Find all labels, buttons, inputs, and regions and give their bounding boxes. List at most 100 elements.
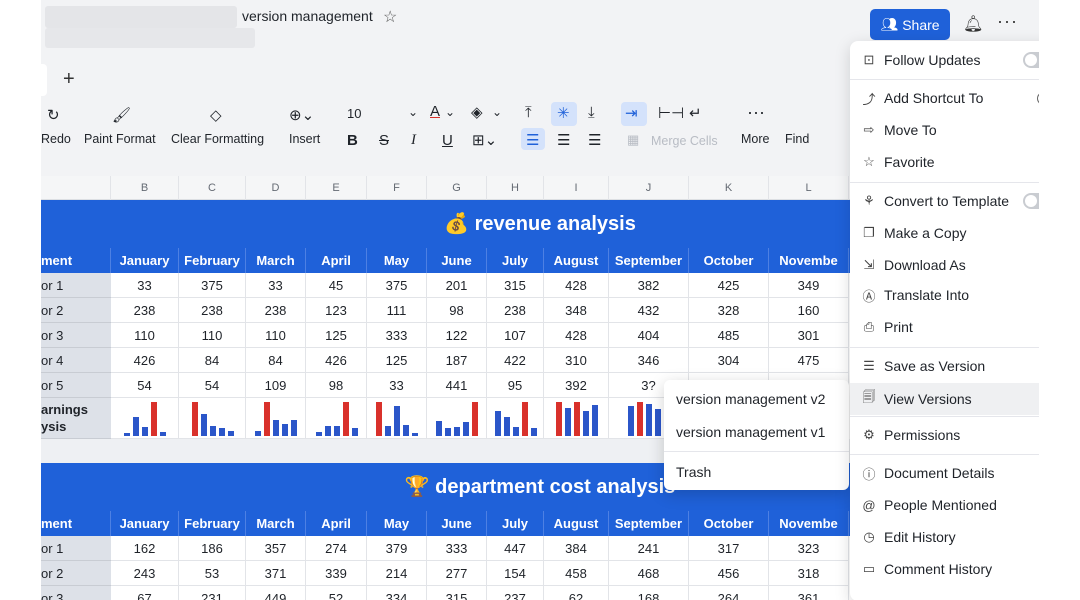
cost-cell[interactable]: 333 xyxy=(427,536,487,561)
help-icon[interactable]: ? xyxy=(1037,91,1039,105)
revenue-cell[interactable]: 84 xyxy=(179,348,246,373)
revenue-cell[interactable]: 392 xyxy=(544,373,609,398)
revenue-cell[interactable]: 422 xyxy=(487,348,544,373)
menu-item-print[interactable]: ⎙ Print xyxy=(850,312,1039,342)
column-header-B[interactable]: B xyxy=(111,176,179,200)
revenue-cell[interactable]: 485 xyxy=(689,323,769,348)
cost-cell[interactable]: 168 xyxy=(609,586,689,600)
menu-item-make-copy[interactable]: ❐ Make a Copy xyxy=(850,218,1039,248)
version-v2-item[interactable]: version management v2 xyxy=(676,391,825,407)
revenue-cell[interactable]: 160 xyxy=(769,298,849,323)
revenue-cell[interactable]: 54 xyxy=(179,373,246,398)
cost-cell[interactable]: 53 xyxy=(179,561,246,586)
cost-cell[interactable]: 214 xyxy=(367,561,427,586)
cost-cell[interactable]: 456 xyxy=(689,561,769,586)
revenue-cell[interactable]: 110 xyxy=(179,323,246,348)
revenue-cell[interactable]: 382 xyxy=(609,273,689,298)
find-button[interactable]: Find xyxy=(785,132,809,146)
column-header-A[interactable] xyxy=(41,176,111,200)
revenue-cell[interactable]: 238 xyxy=(246,298,306,323)
star-icon[interactable]: ☆ xyxy=(383,7,397,27)
version-v1-item[interactable]: version management v1 xyxy=(676,424,825,440)
follow-updates-toggle[interactable] xyxy=(1023,52,1039,68)
revenue-cell[interactable]: 315 xyxy=(487,273,544,298)
trash-item[interactable]: Trash xyxy=(676,464,711,480)
borders-icon[interactable]: ⊞⌄ xyxy=(472,131,497,149)
cost-cell[interactable]: 186 xyxy=(179,536,246,561)
revenue-cell[interactable]: 310 xyxy=(544,348,609,373)
cost-cell[interactable]: 371 xyxy=(246,561,306,586)
cost-cell[interactable]: 243 xyxy=(111,561,179,586)
column-header-C[interactable]: C xyxy=(179,176,246,200)
revenue-cell[interactable]: 122 xyxy=(427,323,487,348)
align-middle-icon[interactable]: ✳ xyxy=(557,104,570,122)
cost-cell[interactable]: 52 xyxy=(306,586,367,600)
align-right-icon[interactable]: ☰ xyxy=(588,131,601,149)
column-header-H[interactable]: H xyxy=(487,176,544,200)
chevron-down-icon[interactable]: ⌄ xyxy=(408,105,418,119)
revenue-cell[interactable]: 107 xyxy=(487,323,544,348)
cost-cell[interactable]: 384 xyxy=(544,536,609,561)
active-sheet-tab[interactable] xyxy=(41,64,47,96)
align-top-icon[interactable]: ⤒ xyxy=(525,104,532,121)
cost-cell[interactable]: 315 xyxy=(427,586,487,600)
revenue-cell[interactable]: 428 xyxy=(544,273,609,298)
revenue-cell[interactable]: 238 xyxy=(487,298,544,323)
paint-format-button[interactable]: Paint Format xyxy=(84,132,156,146)
cost-cell[interactable]: 162 xyxy=(111,536,179,561)
revenue-cell[interactable]: 304 xyxy=(689,348,769,373)
insert-button[interactable]: Insert xyxy=(289,132,320,146)
overflow-icon[interactable]: ⇥ xyxy=(625,104,638,122)
strikethrough-icon[interactable]: S xyxy=(379,132,389,149)
column-header-L[interactable]: L xyxy=(769,176,849,200)
revenue-cell[interactable]: 441 xyxy=(427,373,487,398)
cost-cell[interactable]: 361 xyxy=(769,586,849,600)
cost-cell[interactable]: 237 xyxy=(487,586,544,600)
eraser-icon[interactable]: ◇ xyxy=(210,106,222,124)
revenue-cell[interactable]: 201 xyxy=(427,273,487,298)
cost-row-label[interactable]: or 3 xyxy=(41,586,111,600)
underline-icon[interactable]: U xyxy=(442,132,453,149)
menu-item-move-to[interactable]: ⇨ Move To xyxy=(850,115,1039,145)
menu-item-translate-into[interactable]: Ⓐ Translate Into › xyxy=(850,280,1039,310)
revenue-cell[interactable]: 349 xyxy=(769,273,849,298)
menu-item-save-version[interactable]: ☰ Save as Version xyxy=(850,351,1039,381)
column-header-I[interactable]: I xyxy=(544,176,609,200)
cost-cell[interactable]: 241 xyxy=(609,536,689,561)
cost-cell[interactable]: 264 xyxy=(689,586,769,600)
revenue-cell[interactable]: 426 xyxy=(111,348,179,373)
cost-cell[interactable]: 62 xyxy=(544,586,609,600)
revenue-cell[interactable]: 432 xyxy=(609,298,689,323)
revenue-cell[interactable]: 328 xyxy=(689,298,769,323)
cost-cell[interactable]: 334 xyxy=(367,586,427,600)
menu-item-comment-history[interactable]: ▭ Comment History xyxy=(850,554,1039,584)
cost-cell[interactable]: 379 xyxy=(367,536,427,561)
revenue-cell[interactable]: 348 xyxy=(544,298,609,323)
align-center-icon[interactable]: ☰ xyxy=(557,131,570,149)
align-bottom-icon[interactable]: ⤓ xyxy=(588,104,595,121)
revenue-cell[interactable]: 375 xyxy=(179,273,246,298)
clear-formatting-button[interactable]: Clear Formatting xyxy=(171,132,264,146)
revenue-cell[interactable]: 98 xyxy=(427,298,487,323)
column-header-D[interactable]: D xyxy=(246,176,306,200)
cost-cell[interactable]: 318 xyxy=(769,561,849,586)
revenue-cell[interactable]: 125 xyxy=(306,323,367,348)
share-button[interactable]: 👥︎ Share xyxy=(870,9,950,40)
revenue-row-label[interactable]: or 2 xyxy=(41,298,111,323)
paint-format-icon[interactable]: 🖌︎ xyxy=(112,106,131,124)
font-color-icon[interactable]: A xyxy=(430,103,440,120)
column-header-K[interactable]: K xyxy=(689,176,769,200)
fill-color-icon[interactable]: ◈ xyxy=(471,103,483,121)
revenue-cell[interactable]: 404 xyxy=(609,323,689,348)
menu-item-people-mentioned[interactable]: @ People Mentioned xyxy=(850,490,1039,520)
cost-cell[interactable]: 357 xyxy=(246,536,306,561)
cost-cell[interactable]: 449 xyxy=(246,586,306,600)
revenue-row-label[interactable]: or 1 xyxy=(41,273,111,298)
cost-cell[interactable]: 323 xyxy=(769,536,849,561)
revenue-cell[interactable]: 346 xyxy=(609,348,689,373)
revenue-cell[interactable]: 33 xyxy=(111,273,179,298)
menu-item-convert-template[interactable]: ⚘ Convert to Template xyxy=(850,186,1039,216)
cost-cell[interactable]: 67 xyxy=(111,586,179,600)
revenue-cell[interactable]: 375 xyxy=(367,273,427,298)
cost-row-label[interactable]: or 1 xyxy=(41,536,111,561)
